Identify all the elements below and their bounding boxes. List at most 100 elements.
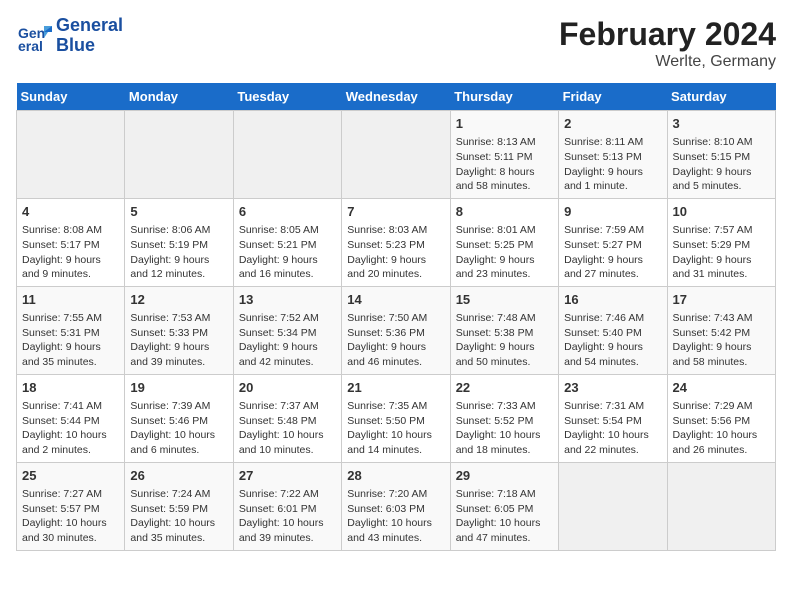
- day-info: Sunrise: 7:53 AMSunset: 5:33 PMDaylight:…: [130, 311, 227, 370]
- day-cell: 12 Sunrise: 7:53 AMSunset: 5:33 PMDayligh…: [125, 286, 233, 374]
- day-cell: 17 Sunrise: 7:43 AMSunset: 5:42 PMDayligh…: [667, 286, 775, 374]
- day-cell: 2Sunrise: 8:11 AMSunset: 5:13 PMDaylight…: [559, 111, 667, 199]
- day-info: Sunrise: 7:27 AMSunset: 5:57 PMDaylight:…: [22, 487, 119, 546]
- day-info: Sunrise: 7:20 AMSunset: 6:03 PMDaylight:…: [347, 487, 444, 546]
- day-info: Sunrise: 7:18 AMSunset: 6:05 PMDaylight:…: [456, 487, 553, 546]
- day-info: Sunrise: 8:11 AMSunset: 5:13 PMDaylight:…: [564, 135, 661, 194]
- weekday-saturday: Saturday: [667, 83, 775, 111]
- weekday-friday: Friday: [559, 83, 667, 111]
- day-cell: 15 Sunrise: 7:48 AMSunset: 5:38 PMDayligh…: [450, 286, 558, 374]
- day-cell: 22 Sunrise: 7:33 AMSunset: 5:52 PMDayligh…: [450, 374, 558, 462]
- day-number: 8: [456, 203, 553, 221]
- day-number: 21: [347, 379, 444, 397]
- day-info: Sunrise: 8:03 AMSunset: 5:23 PMDaylight:…: [347, 223, 444, 282]
- day-cell: 21 Sunrise: 7:35 AMSunset: 5:50 PMDayligh…: [342, 374, 450, 462]
- day-info: Sunrise: 7:48 AMSunset: 5:38 PMDaylight:…: [456, 311, 553, 370]
- day-cell: 16 Sunrise: 7:46 AMSunset: 5:40 PMDayligh…: [559, 286, 667, 374]
- day-cell: 20Sunrise: 7:37 AMSunset: 5:48 PMDayligh…: [233, 374, 341, 462]
- day-number: 29: [456, 467, 553, 485]
- calendar-title: February 2024: [559, 16, 776, 53]
- day-number: 1: [456, 115, 553, 133]
- calendar-subtitle: Werlte, Germany: [559, 53, 776, 71]
- day-info: Sunrise: 7:50 AMSunset: 5:36 PMDaylight:…: [347, 311, 444, 370]
- day-cell: 14 Sunrise: 7:50 AMSunset: 5:36 PMDayligh…: [342, 286, 450, 374]
- weekday-monday: Monday: [125, 83, 233, 111]
- day-number: 19: [130, 379, 227, 397]
- day-cell: 24 Sunrise: 7:29 AMSunset: 5:56 PMDayligh…: [667, 374, 775, 462]
- logo-text: General Blue: [56, 16, 123, 56]
- day-info: Sunrise: 7:29 AMSunset: 5:56 PMDaylight:…: [673, 399, 770, 458]
- day-cell: 10Sunrise: 7:57 AMSunset: 5:29 PMDayligh…: [667, 198, 775, 286]
- day-info: Sunrise: 8:05 AMSunset: 5:21 PMDaylight:…: [239, 223, 336, 282]
- day-cell: 26Sunrise: 7:24 AMSunset: 5:59 PMDayligh…: [125, 462, 233, 550]
- day-cell: [559, 462, 667, 550]
- logo-line1: General: [56, 16, 123, 36]
- day-info: Sunrise: 7:55 AMSunset: 5:31 PMDaylight:…: [22, 311, 119, 370]
- day-info: Sunrise: 7:33 AMSunset: 5:52 PMDaylight:…: [456, 399, 553, 458]
- day-number: 16: [564, 291, 661, 309]
- weekday-header-row: SundayMondayTuesdayWednesdayThursdayFrid…: [17, 83, 776, 111]
- day-info: Sunrise: 7:41 AMSunset: 5:44 PMDaylight:…: [22, 399, 119, 458]
- day-number: 3: [673, 115, 770, 133]
- day-info: Sunrise: 7:22 AMSunset: 6:01 PMDaylight:…: [239, 487, 336, 546]
- day-cell: 7 Sunrise: 8:03 AMSunset: 5:23 PMDaylight…: [342, 198, 450, 286]
- week-row-1: 1Sunrise: 8:13 AMSunset: 5:11 PMDaylight…: [17, 111, 776, 199]
- day-number: 11: [22, 291, 119, 309]
- day-cell: 23 Sunrise: 7:31 AMSunset: 5:54 PMDayligh…: [559, 374, 667, 462]
- day-number: 28: [347, 467, 444, 485]
- day-info: Sunrise: 7:43 AMSunset: 5:42 PMDaylight:…: [673, 311, 770, 370]
- week-row-5: 25Sunrise: 7:27 AMSunset: 5:57 PMDayligh…: [17, 462, 776, 550]
- day-number: 26: [130, 467, 227, 485]
- day-number: 7: [347, 203, 444, 221]
- day-cell: 18 Sunrise: 7:41 AMSunset: 5:44 PMDayligh…: [17, 374, 125, 462]
- day-number: 23: [564, 379, 661, 397]
- day-cell: 6 Sunrise: 8:05 AMSunset: 5:21 PMDaylight…: [233, 198, 341, 286]
- day-number: 22: [456, 379, 553, 397]
- day-cell: 27 Sunrise: 7:22 AMSunset: 6:01 PMDayligh…: [233, 462, 341, 550]
- day-info: Sunrise: 7:35 AMSunset: 5:50 PMDaylight:…: [347, 399, 444, 458]
- title-block: February 2024 Werlte, Germany: [559, 16, 776, 71]
- logo: Gen eral General Blue: [16, 16, 123, 56]
- day-info: Sunrise: 8:01 AMSunset: 5:25 PMDaylight:…: [456, 223, 553, 282]
- day-number: 20: [239, 379, 336, 397]
- day-info: Sunrise: 8:08 AMSunset: 5:17 PMDaylight:…: [22, 223, 119, 282]
- day-number: 6: [239, 203, 336, 221]
- day-number: 24: [673, 379, 770, 397]
- day-number: 17: [673, 291, 770, 309]
- day-number: 27: [239, 467, 336, 485]
- day-info: Sunrise: 7:46 AMSunset: 5:40 PMDaylight:…: [564, 311, 661, 370]
- day-info: Sunrise: 7:59 AMSunset: 5:27 PMDaylight:…: [564, 223, 661, 282]
- day-cell: 19 Sunrise: 7:39 AMSunset: 5:46 PMDayligh…: [125, 374, 233, 462]
- day-number: 4: [22, 203, 119, 221]
- day-cell: 3 Sunrise: 8:10 AMSunset: 5:15 PMDaylight…: [667, 111, 775, 199]
- calendar-table: SundayMondayTuesdayWednesdayThursdayFrid…: [16, 83, 776, 551]
- day-number: 15: [456, 291, 553, 309]
- day-number: 5: [130, 203, 227, 221]
- day-cell: 8 Sunrise: 8:01 AMSunset: 5:25 PMDaylight…: [450, 198, 558, 286]
- logo-icon: Gen eral: [16, 18, 52, 54]
- day-cell: 1Sunrise: 8:13 AMSunset: 5:11 PMDaylight…: [450, 111, 558, 199]
- day-info: Sunrise: 7:52 AMSunset: 5:34 PMDaylight:…: [239, 311, 336, 370]
- day-number: 14: [347, 291, 444, 309]
- day-cell: 11 Sunrise: 7:55 AMSunset: 5:31 PMDayligh…: [17, 286, 125, 374]
- day-cell: 29 Sunrise: 7:18 AMSunset: 6:05 PMDayligh…: [450, 462, 558, 550]
- day-cell: [17, 111, 125, 199]
- week-row-2: 4 Sunrise: 8:08 AMSunset: 5:17 PMDaylight…: [17, 198, 776, 286]
- calendar-header: SundayMondayTuesdayWednesdayThursdayFrid…: [17, 83, 776, 111]
- logo-line2: Blue: [56, 36, 123, 56]
- weekday-sunday: Sunday: [17, 83, 125, 111]
- day-info: Sunrise: 8:10 AMSunset: 5:15 PMDaylight:…: [673, 135, 770, 194]
- day-cell: 9Sunrise: 7:59 AMSunset: 5:27 PMDaylight…: [559, 198, 667, 286]
- week-row-4: 18 Sunrise: 7:41 AMSunset: 5:44 PMDayligh…: [17, 374, 776, 462]
- page-header: Gen eral General Blue February 2024 Werl…: [16, 16, 776, 71]
- weekday-tuesday: Tuesday: [233, 83, 341, 111]
- day-cell: [233, 111, 341, 199]
- day-cell: [667, 462, 775, 550]
- day-info: Sunrise: 7:31 AMSunset: 5:54 PMDaylight:…: [564, 399, 661, 458]
- svg-text:eral: eral: [18, 38, 43, 54]
- day-number: 12: [130, 291, 227, 309]
- day-number: 18: [22, 379, 119, 397]
- day-info: Sunrise: 7:39 AMSunset: 5:46 PMDaylight:…: [130, 399, 227, 458]
- calendar-body: 1Sunrise: 8:13 AMSunset: 5:11 PMDaylight…: [17, 111, 776, 551]
- day-number: 10: [673, 203, 770, 221]
